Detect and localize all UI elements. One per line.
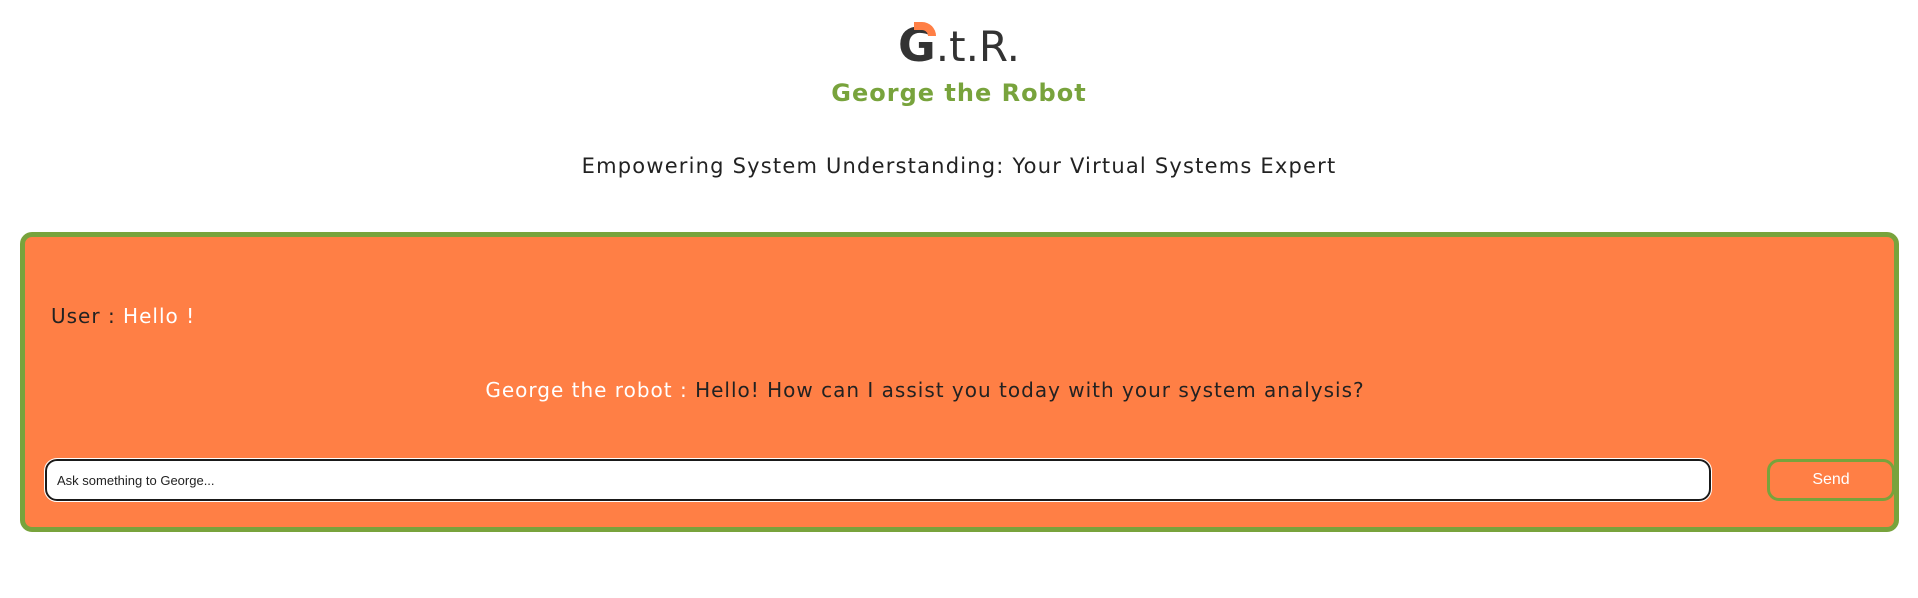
chat-input[interactable] bbox=[44, 458, 1712, 502]
send-button[interactable]: Send bbox=[1767, 459, 1895, 501]
logo: G .t.R. bbox=[0, 20, 1918, 72]
message-speaker: George the robot : bbox=[485, 378, 688, 402]
tagline: Empowering System Understanding: Your Vi… bbox=[581, 154, 1337, 178]
chat-box: User : Hello ! George the robot : Hello!… bbox=[20, 232, 1899, 532]
message-text: Hello ! bbox=[123, 304, 196, 328]
page: G .t.R. George the Robot Empowering Syst… bbox=[0, 0, 1918, 598]
chat-input-row: Send bbox=[44, 458, 1895, 503]
chat-message-user: User : Hello ! bbox=[51, 303, 195, 329]
brand-name: George the Robot bbox=[831, 79, 1087, 107]
message-speaker: User : bbox=[51, 304, 116, 328]
message-text: Hello! How can I assist you today with y… bbox=[695, 378, 1365, 402]
logo-mark: G .t.R. bbox=[898, 20, 1020, 72]
chat-message-bot: George the robot : Hello! How can I assi… bbox=[25, 377, 1825, 403]
logo-rest-text: .t.R. bbox=[935, 22, 1020, 71]
logo-g-letter: G bbox=[898, 20, 936, 70]
